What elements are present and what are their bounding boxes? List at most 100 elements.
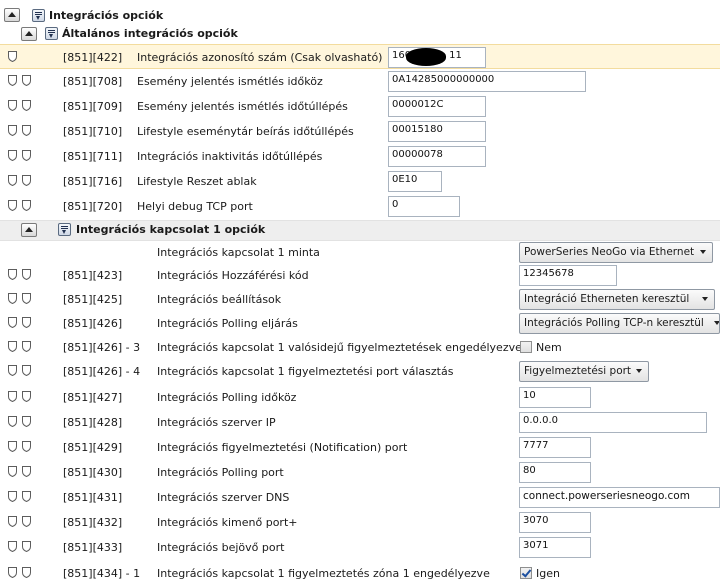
shield-icon (8, 317, 17, 328)
shield-icon (8, 491, 17, 502)
table-row[interactable]: [851][432] Integrációs kimenő port+ 3070 (0, 510, 720, 535)
value-field[interactable]: 7777 (519, 437, 591, 458)
row-address: [851][434] - 1 (63, 567, 141, 579)
table-row[interactable]: [851][433] Integrációs bejövő port 3071 (0, 535, 720, 560)
shield-icon (8, 516, 17, 527)
value-field[interactable]: 0000012C (388, 96, 486, 117)
table-row[interactable]: [851][711] Integrációs inaktivitás időtú… (0, 144, 720, 169)
collapse-button[interactable] (21, 223, 37, 237)
shield-icon (22, 491, 31, 502)
row-label: Esemény jelentés ismétlés időköz (137, 75, 323, 88)
shield-icon (8, 466, 17, 477)
collapse-button[interactable] (4, 8, 20, 22)
value-field[interactable]: 0A14285000000000 (388, 71, 586, 92)
value-field[interactable]: 10 (519, 387, 591, 408)
template-dropdown[interactable]: PowerSeries NeoGo via Ethernet (519, 242, 713, 263)
value-field[interactable]: 0.0.0.0 (519, 412, 707, 433)
table-row[interactable]: [851][426] Integrációs Polling eljárás I… (0, 311, 720, 336)
section-title: Integrációs kapcsolat 1 opciók (76, 223, 266, 236)
value-field[interactable]: 00000078 (388, 146, 486, 167)
shield-icon (8, 100, 17, 111)
shield-icon (22, 441, 31, 452)
checkbox-label: Igen (536, 567, 560, 579)
row-address: [851][430] (63, 466, 123, 479)
table-row[interactable]: [851][431] Integrációs szerver DNS conne… (0, 485, 720, 510)
row-label: Integrációs bejövő port (157, 541, 285, 554)
table-row[interactable]: Integrációs kapcsolat 1 minta PowerSerie… (0, 240, 720, 265)
shield-icon (22, 541, 31, 552)
table-row[interactable]: [851][720] Helyi debug TCP port 0 (0, 194, 720, 219)
shield-icon (22, 293, 31, 304)
row-label: Integrációs kimenő port+ (157, 516, 298, 529)
value-field[interactable]: 12345678 (519, 265, 617, 286)
value-field[interactable]: connect.powerseriesneogo.com (519, 487, 720, 508)
chevron-down-icon (636, 369, 642, 373)
shield-icon (8, 125, 17, 136)
shield-icon (8, 391, 17, 402)
shield-icon (22, 365, 31, 376)
value-field[interactable]: 00015180 (388, 121, 486, 142)
table-row[interactable]: [851][427] Integrációs Polling időköz 10 (0, 385, 720, 410)
shield-icon (22, 391, 31, 402)
table-row[interactable]: [851][426] - 3 Integrációs kapcsolat 1 v… (0, 335, 720, 360)
collapse-button[interactable] (21, 27, 37, 41)
group-icon (45, 27, 58, 40)
value-field[interactable]: 0 (388, 196, 460, 217)
row-label: Integrációs beállítások (157, 293, 282, 306)
value-field[interactable]: 80 (519, 462, 591, 483)
dropdown-value: Figyelmeztetési port (524, 365, 632, 377)
row-address: [851][708] (63, 75, 123, 88)
section-header-integration-options: Integrációs opciók (0, 6, 720, 25)
row-label: Integrációs kapcsolat 1 figyelmeztetés z… (157, 567, 490, 579)
table-row[interactable]: [851][709] Esemény jelentés ismétlés idő… (0, 94, 720, 119)
row-label: Integrációs figyelmeztetési (Notificatio… (157, 441, 408, 454)
group-icon (58, 223, 71, 236)
row-label: Integrációs szerver DNS (157, 491, 290, 504)
row-label: Integrációs inaktivitás időtúllépés (137, 150, 323, 163)
section-title: Integrációs opciók (49, 9, 164, 22)
row-address: [851][720] (63, 200, 123, 213)
shield-icon (8, 293, 17, 304)
table-row[interactable]: [851][422] Integrációs azonosító szám (C… (0, 44, 720, 69)
shield-icon (22, 200, 31, 211)
polling-method-dropdown[interactable]: Integrációs Polling TCP-n keresztül (519, 313, 720, 334)
row-label: Helyi debug TCP port (137, 200, 253, 213)
dropdown-value: PowerSeries NeoGo via Ethernet (524, 246, 695, 258)
settings-dropdown[interactable]: Integráció Etherneten keresztül (519, 289, 715, 310)
section-title: Általános integrációs opciók (62, 27, 238, 40)
row-label: Integrációs Polling időköz (157, 391, 297, 404)
value-field[interactable]: 3071 (519, 537, 591, 558)
row-address: [851][426] (63, 317, 123, 330)
table-row[interactable]: [851][434] - 1 Integrációs kapcsolat 1 f… (0, 561, 720, 579)
table-row[interactable]: [851][426] - 4 Integrációs kapcsolat 1 f… (0, 359, 720, 384)
shield-icon (8, 175, 17, 186)
shield-icon (22, 567, 31, 578)
id-value-right: 11 (449, 50, 462, 61)
row-address: [851][425] (63, 293, 123, 306)
row-label: Lifestyle eseménytár beírás időtúllépés (137, 125, 354, 138)
shield-icon (8, 51, 17, 62)
dropdown-value: Integrációs Polling TCP-n keresztül (524, 317, 704, 329)
table-row[interactable]: [851][429] Integrációs figyelmeztetési (… (0, 435, 720, 460)
row-address: [851][432] (63, 516, 123, 529)
alert-port-dropdown[interactable]: Figyelmeztetési port (519, 361, 649, 382)
table-row[interactable]: [851][710] Lifestyle eseménytár beírás i… (0, 119, 720, 144)
shield-icon (22, 175, 31, 186)
table-row[interactable]: [851][430] Integrációs Polling port 80 (0, 460, 720, 485)
table-row[interactable]: [851][716] Lifestyle Reszet ablak 0E10 (0, 169, 720, 194)
table-row[interactable]: [851][428] Integrációs szerver IP 0.0.0.… (0, 410, 720, 435)
realtime-alerts-checkbox[interactable] (520, 341, 532, 353)
table-row[interactable]: [851][425] Integrációs beállítások Integ… (0, 287, 720, 312)
zone1-alert-checkbox[interactable] (520, 567, 532, 579)
value-field[interactable]: 0E10 (388, 171, 442, 192)
section-header-connection1-options: Integrációs kapcsolat 1 opciók (0, 220, 720, 241)
shield-icon (8, 200, 17, 211)
shield-icon (8, 567, 17, 578)
row-label: Lifestyle Reszet ablak (137, 175, 257, 188)
table-row[interactable]: [851][708] Esemény jelentés ismétlés idő… (0, 69, 720, 94)
shield-icon (8, 416, 17, 427)
table-row[interactable]: [851][423] Integrációs Hozzáférési kód 1… (0, 263, 720, 288)
row-label: Integrációs kapcsolat 1 figyelmeztetési … (157, 365, 454, 378)
shield-icon (8, 365, 17, 376)
value-field[interactable]: 3070 (519, 512, 591, 533)
